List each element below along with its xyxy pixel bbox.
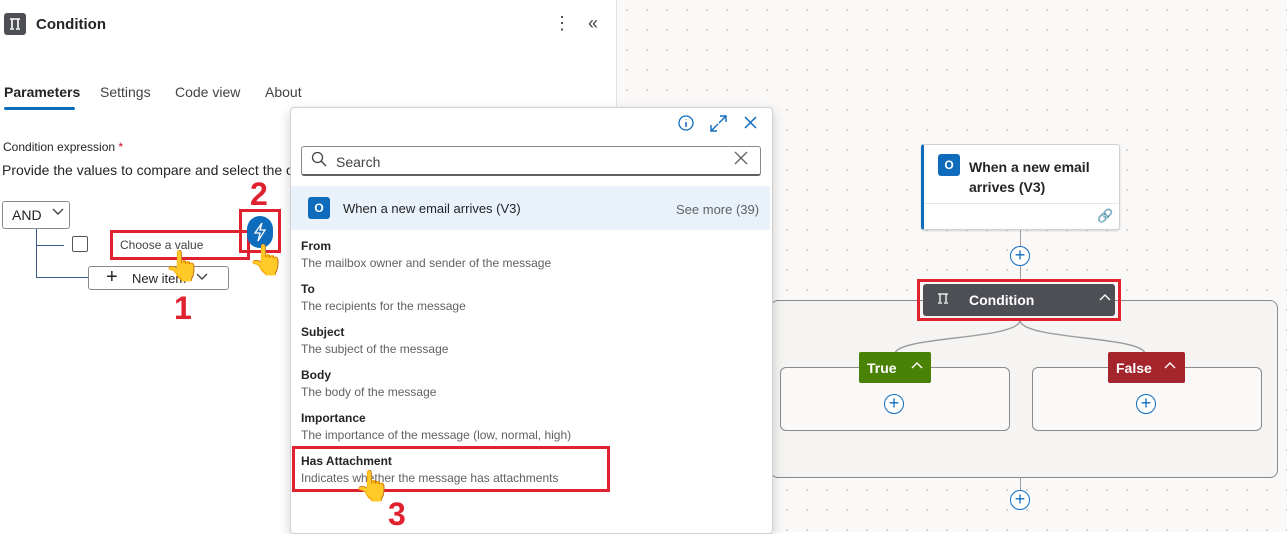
pointer-hand-icon: 👆	[248, 244, 286, 277]
card-divider	[924, 203, 1119, 204]
token-title-to[interactable]: To	[301, 282, 315, 296]
clear-search-icon[interactable]	[734, 151, 748, 170]
token-desc-body: The body of the message	[301, 385, 437, 399]
condition-expression-label: Condition expression *	[3, 140, 123, 154]
chevron-up-icon	[911, 360, 923, 374]
outlook-icon: O	[308, 197, 330, 219]
outlook-icon: O	[938, 154, 960, 176]
condition-card-title: Condition	[969, 292, 1035, 308]
info-icon[interactable]	[678, 115, 694, 136]
token-title-subject[interactable]: Subject	[301, 325, 344, 339]
true-branch-tag[interactable]: True	[859, 352, 931, 383]
trigger-title: When a new email arrives (V3)	[969, 159, 1090, 195]
see-more-link[interactable]: See more (39)	[676, 202, 759, 217]
add-step-icon[interactable]: +	[1010, 246, 1030, 266]
token-desc-importance: The importance of the message (low, norm…	[301, 428, 572, 442]
condition-expression-text: Condition expression	[3, 140, 116, 154]
token-title-importance[interactable]: Importance	[301, 411, 366, 425]
token-title-body[interactable]: Body	[301, 368, 331, 382]
chevron-down-icon	[52, 205, 64, 219]
chevron-up-icon[interactable]	[1099, 292, 1111, 306]
step-number-3: 3	[388, 496, 406, 532]
pointer-hand-icon: 👆	[164, 250, 202, 283]
flow-connector	[1020, 230, 1021, 246]
search-placeholder: Search	[336, 154, 381, 170]
search-icon	[311, 151, 327, 171]
required-mark: *	[118, 140, 124, 154]
pointer-hand-icon: 👆	[354, 470, 392, 503]
condition-icon	[4, 13, 26, 35]
tree-connector	[36, 277, 88, 278]
tree-connector	[36, 245, 64, 246]
close-icon[interactable]	[743, 115, 758, 135]
plus-icon: +	[106, 266, 118, 288]
source-title: When a new email arrives (V3)	[343, 201, 521, 216]
false-branch-tag[interactable]: False	[1108, 352, 1185, 383]
true-label: True	[867, 360, 897, 376]
false-label: False	[1116, 360, 1152, 376]
add-step-icon[interactable]: +	[884, 394, 904, 414]
step-number-1: 1	[174, 290, 192, 326]
highlight-box	[292, 446, 610, 492]
condition-icon	[936, 292, 950, 306]
more-vertical-icon[interactable]: ⋮	[553, 14, 571, 32]
collapse-chevrons-icon[interactable]: «	[588, 13, 598, 34]
active-tab-indicator	[4, 107, 75, 110]
step-number-2: 2	[250, 176, 268, 212]
add-step-icon[interactable]: +	[1136, 394, 1156, 414]
token-desc-from: The mailbox owner and sender of the mess…	[301, 256, 552, 270]
expand-icon[interactable]	[710, 115, 727, 137]
link-icon: 🔗	[1097, 208, 1114, 223]
tree-connector	[36, 229, 37, 277]
operator-value: AND	[12, 207, 42, 223]
panel-title: Condition	[36, 16, 106, 33]
tab-about[interactable]: About	[265, 84, 302, 100]
tab-code-view[interactable]: Code view	[175, 84, 240, 100]
flow-connector	[1020, 266, 1021, 280]
tab-settings[interactable]: Settings	[100, 84, 151, 100]
token-desc-to: The recipients for the message	[301, 299, 466, 313]
row-checkbox[interactable]	[72, 236, 88, 252]
token-desc-subject: The subject of the message	[301, 342, 449, 356]
chevron-up-icon	[1164, 360, 1176, 374]
token-title-from[interactable]: From	[301, 239, 331, 253]
add-step-icon[interactable]: +	[1010, 490, 1030, 510]
tab-parameters[interactable]: Parameters	[4, 84, 80, 100]
